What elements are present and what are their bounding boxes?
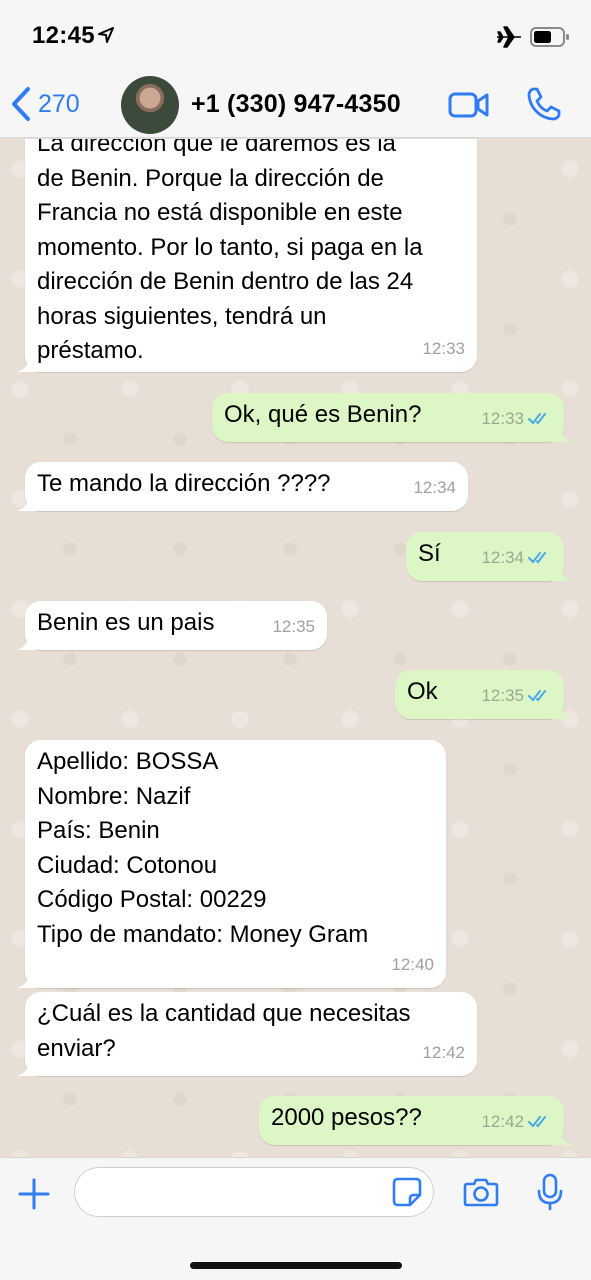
chat-header: 270 +1 (330) 947-4350	[0, 72, 591, 138]
message-meta: 12:40	[391, 948, 434, 983]
message-meta: 12:33	[481, 402, 552, 437]
message-time: 12:35	[272, 616, 315, 636]
location-arrow-icon	[98, 27, 114, 43]
message-text: ¿Cuál es la cantidad que necesitas envia…	[37, 1000, 411, 1062]
message-text: Apellido: BOSSA Nombre: Nazif País: Beni…	[37, 748, 369, 948]
bubble-tail	[17, 1060, 37, 1076]
read-receipt-icon	[528, 551, 546, 564]
sticker-icon[interactable]	[392, 1177, 422, 1207]
chat-area[interactable]: La dirección que le daremos es la de Ben…	[0, 139, 591, 1157]
bubble-tail	[552, 1129, 572, 1145]
bubble-tail	[552, 703, 572, 719]
message-meta: 12:34	[481, 541, 552, 576]
status-time: 12:45	[32, 22, 95, 49]
microphone-icon[interactable]	[536, 1173, 564, 1211]
message-outgoing[interactable]: Sí 12:34	[406, 532, 572, 581]
message-incoming[interactable]: Benin es un pais 12:35	[17, 601, 327, 650]
message-meta: 12:42	[422, 1036, 465, 1071]
message-incoming[interactable]: Te mando la dirección ???? 12:34	[17, 462, 468, 511]
status-bar: 12:45	[0, 0, 591, 72]
bubble-tail	[17, 634, 37, 650]
message-meta: 12:34	[413, 471, 456, 506]
message-incoming[interactable]: Apellido: BOSSA Nombre: Nazif País: Beni…	[17, 740, 446, 988]
phone-icon[interactable]	[526, 86, 562, 122]
battery-icon	[530, 27, 569, 47]
message-text: Te mando la dirección ????	[37, 470, 331, 497]
message-meta: 12:35	[481, 679, 552, 714]
contact-name[interactable]: +1 (330) 947-4350	[191, 90, 401, 119]
bubble-tail	[17, 356, 37, 372]
message-input[interactable]	[74, 1167, 434, 1217]
bubble-tail	[552, 565, 572, 581]
message-outgoing[interactable]: Ok 12:35	[395, 670, 572, 719]
message-meta: 12:42	[481, 1105, 552, 1140]
message-time: 12:42	[422, 1042, 465, 1062]
airplane-icon	[497, 26, 521, 48]
bubble-tail	[17, 495, 37, 511]
chevron-left-icon	[12, 87, 30, 121]
message-time: 12:33	[481, 408, 524, 428]
message-incoming[interactable]: La dirección que le daremos es la de Ben…	[17, 139, 477, 372]
message-time: 12:40	[391, 954, 434, 974]
message-outgoing[interactable]: Ok, qué es Benin? 12:33	[212, 393, 572, 442]
message-time: 12:33	[422, 338, 465, 358]
message-time: 12:34	[413, 477, 456, 497]
plus-icon[interactable]	[18, 1178, 50, 1210]
video-call-icon[interactable]	[448, 92, 490, 118]
message-meta: 12:33	[422, 332, 465, 367]
message-incoming[interactable]: ¿Cuál es la cantidad que necesitas envia…	[17, 992, 477, 1076]
home-indicator	[190, 1262, 402, 1269]
unread-count: 270	[38, 89, 80, 118]
read-receipt-icon	[528, 1115, 546, 1128]
camera-icon[interactable]	[463, 1177, 499, 1207]
bubble-tail	[17, 972, 37, 988]
read-receipt-icon	[528, 412, 546, 425]
message-outgoing[interactable]: 2000 pesos?? 12:42	[259, 1096, 572, 1145]
message-time: 12:35	[481, 685, 524, 705]
message-time: 12:34	[481, 547, 524, 567]
contact-avatar[interactable]	[121, 76, 179, 134]
bubble-tail	[552, 426, 572, 442]
message-text: La dirección que le daremos es la de Ben…	[37, 139, 423, 364]
message-time: 12:42	[481, 1111, 524, 1131]
back-button[interactable]: 270	[10, 86, 80, 122]
message-meta: 12:35	[272, 610, 315, 645]
read-receipt-icon	[528, 689, 546, 702]
